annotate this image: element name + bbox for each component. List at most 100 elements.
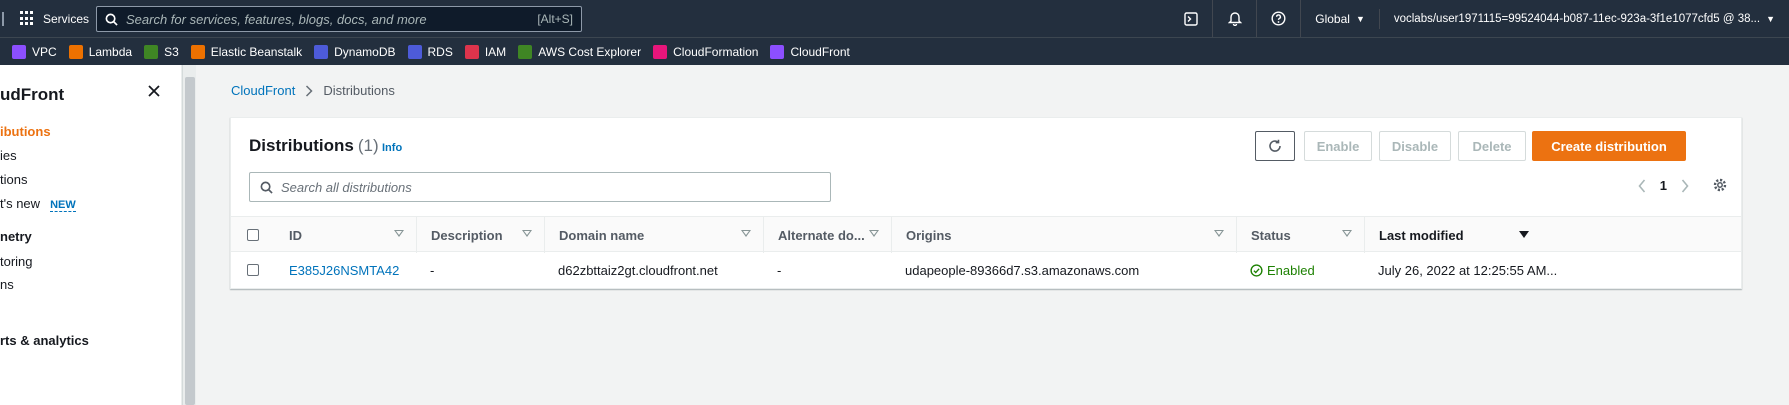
sort-icon (394, 230, 404, 237)
column-label: Last modified (1379, 227, 1464, 243)
favorite-iam[interactable]: IAM (464, 44, 506, 59)
column-label: Origins (906, 227, 952, 243)
favorite-lambda[interactable]: Lambda (68, 44, 133, 59)
sort-icon (1214, 230, 1224, 237)
distribution-count: (1) (357, 136, 379, 155)
region-selector[interactable]: Global ▼ (1301, 8, 1380, 29)
info-link[interactable]: Info (382, 142, 402, 154)
global-search[interactable]: [Alt+S] (96, 6, 582, 32)
refresh-button[interactable] (1255, 131, 1295, 161)
sidebar-section-telemetry: netry (0, 229, 32, 244)
sidebar-item-alarms[interactable]: ns (0, 277, 14, 292)
sort-icon (869, 230, 879, 237)
service-icon (12, 44, 26, 59)
sidebar-item-functions[interactable]: tions (0, 172, 27, 187)
new-badge: NEW (50, 199, 76, 212)
alternate-domain-cell: - (777, 262, 782, 278)
breadcrumb-cloudfront-link[interactable]: CloudFront (231, 83, 295, 98)
breadcrumb: CloudFront Distributions (231, 83, 395, 98)
caret-down-icon: ▼ (1766, 13, 1775, 24)
column-label: ID (289, 227, 302, 243)
sidebar-item-whats-new[interactable]: t's new NEW (0, 196, 76, 212)
description-cell: - (430, 262, 435, 278)
sidebar-item-label: t's new (0, 196, 41, 211)
sidebar-item-distributions[interactable]: ibutions (0, 124, 51, 139)
favorite-s3[interactable]: S3 (144, 44, 179, 59)
chevron-right-icon (306, 84, 313, 97)
column-header-id[interactable]: ID (275, 217, 416, 253)
search-shortcut-hint: [Alt+S] (537, 12, 573, 26)
sort-descending-icon (1519, 231, 1529, 238)
favorite-cloudfront[interactable]: CloudFront (770, 44, 850, 59)
global-search-input[interactable] (126, 11, 538, 27)
enable-button[interactable]: Enable (1304, 131, 1372, 161)
table-row[interactable]: E385J26NSMTA42 - d62zbttaiz2gt.cloudfron… (231, 252, 1741, 288)
distributions-search-input[interactable] (281, 179, 830, 195)
favorite-dynamodb[interactable]: DynamoDB (314, 44, 396, 59)
close-icon[interactable] (146, 83, 162, 99)
service-icon (190, 44, 205, 59)
delete-button[interactable]: Delete (1458, 131, 1526, 161)
column-header-origins[interactable]: Origins (891, 217, 1236, 253)
disable-button[interactable]: Disable (1379, 131, 1451, 161)
scrollbar-thumb[interactable] (185, 77, 195, 405)
sidebar-title: udFront (0, 85, 65, 104)
sort-icon (741, 230, 751, 237)
current-page[interactable]: 1 (1660, 178, 1667, 193)
column-label: Alternate do... (778, 227, 865, 243)
create-distribution-button[interactable]: Create distribution (1532, 131, 1686, 161)
service-icon (144, 44, 159, 59)
sort-icon (1342, 230, 1352, 237)
service-icon (770, 44, 785, 59)
status-label: Enabled (1267, 262, 1315, 278)
favorite-cloudformation[interactable]: CloudFormation (653, 44, 759, 59)
favorite-label: CloudFormation (673, 44, 759, 59)
column-header-last-modified[interactable]: Last modified (1364, 217, 1541, 253)
column-label: Domain name (559, 227, 645, 243)
select-all-checkbox[interactable] (247, 229, 259, 241)
column-header-alternate-domain[interactable]: Alternate do... (763, 217, 891, 253)
breadcrumb-current: Distributions (323, 83, 395, 98)
caret-down-icon: ▼ (1355, 13, 1365, 24)
distribution-id-link[interactable]: E385J26NSMTA42 (275, 252, 399, 288)
services-grid-icon (20, 11, 35, 26)
chevron-left-icon[interactable] (1638, 178, 1646, 193)
favorite-elastic-beanstalk[interactable]: Elastic Beanstalk (190, 44, 302, 59)
top-navigation: Services [Alt+S] Global ▼ voclabs/user19… (0, 0, 1789, 37)
page-title: Distributions (1) (249, 136, 379, 156)
notifications-button[interactable] (1213, 0, 1258, 37)
sort-icon (522, 230, 532, 237)
favorite-rds[interactable]: RDS (407, 44, 453, 59)
gear-icon[interactable] (1713, 178, 1727, 192)
services-menu-button[interactable]: Services (20, 11, 89, 26)
service-icon (68, 44, 83, 59)
table-header: ID Description Domain name Alternate do.… (231, 216, 1741, 253)
sidebar-scrollbar[interactable] (182, 65, 196, 405)
column-header-domain-name[interactable]: Domain name (544, 217, 763, 253)
origins-cell: udapeople-89366d7.s3.amazonaws.com (905, 262, 1140, 278)
favorite-label: CloudFront (790, 44, 850, 59)
favorite-vpc[interactable]: VPC (12, 44, 57, 59)
column-header-status[interactable]: Status (1236, 217, 1364, 253)
search-icon (105, 13, 118, 26)
row-select-cell (231, 252, 275, 288)
column-header-description[interactable]: Description (416, 217, 544, 253)
favorite-label: RDS (427, 44, 453, 59)
favorite-label: S3 (164, 44, 179, 59)
help-icon (1271, 11, 1286, 26)
favorite-aws-cost-explorer[interactable]: AWS Cost Explorer (518, 44, 642, 59)
cloudshell-icon (1184, 11, 1198, 26)
help-button[interactable] (1257, 0, 1302, 37)
divider (2, 11, 8, 26)
bell-icon (1227, 12, 1242, 26)
favorite-label: Lambda (88, 44, 133, 59)
sidebar-item-policies[interactable]: ies (0, 148, 17, 163)
sidebar-item-monitoring[interactable]: toring (0, 254, 33, 269)
favorite-label: AWS Cost Explorer (538, 44, 642, 59)
chevron-right-icon[interactable] (1681, 178, 1689, 193)
cloudshell-button[interactable] (1169, 0, 1214, 37)
refresh-icon (1269, 139, 1281, 152)
row-checkbox[interactable] (247, 264, 259, 276)
account-menu[interactable]: voclabs/user1971115=99524044-b087-11ec-9… (1380, 13, 1789, 25)
distributions-search[interactable] (249, 172, 831, 202)
